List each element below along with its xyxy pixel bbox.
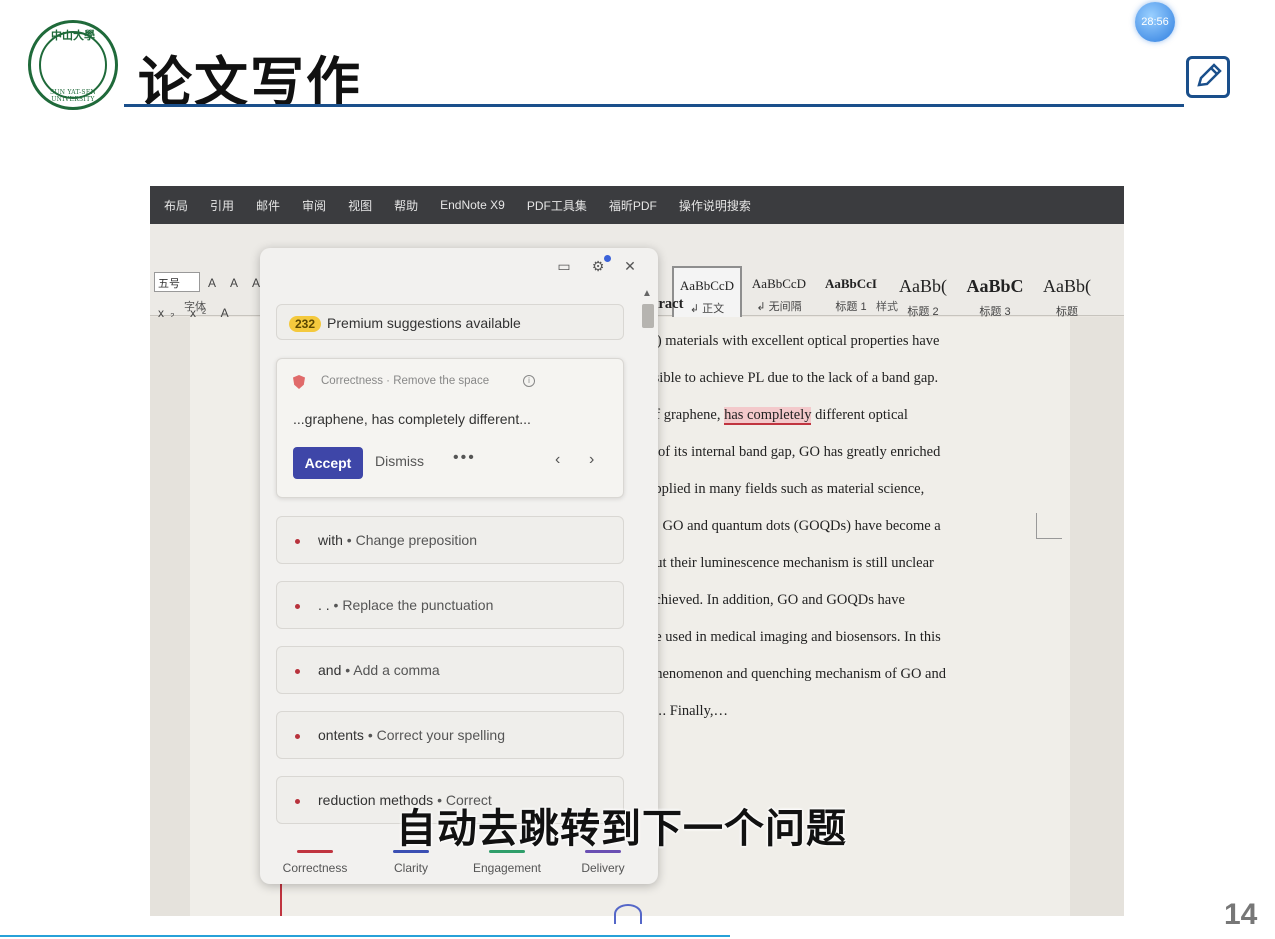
suggestion-word: . . bbox=[318, 597, 330, 613]
chat-bubble-icon[interactable] bbox=[614, 904, 642, 924]
margin-marker bbox=[1036, 513, 1062, 539]
suggestion-word: ontents bbox=[318, 727, 364, 743]
panel-scrollbar[interactable]: ▲ bbox=[640, 288, 654, 848]
video-caption: 自动去跳转到下一个问题 bbox=[396, 806, 847, 852]
document-line: out their luminescence mechanism is stil… bbox=[648, 555, 934, 571]
suggestion-item[interactable]: . . • Replace the punctuation bbox=[276, 581, 624, 629]
category-label: Correctness bbox=[282, 861, 348, 875]
ribbon-tab[interactable]: 审阅 bbox=[302, 197, 326, 214]
logo-text-bottom: SUN YAT-SEN UNIVERSITY bbox=[49, 89, 97, 103]
shield-icon bbox=[293, 375, 305, 389]
style-sample: AaBb( bbox=[1043, 276, 1091, 296]
ribbon-tab[interactable]: 操作说明搜索 bbox=[679, 197, 751, 214]
notification-dot bbox=[604, 255, 611, 262]
suggestion-snippet: ...graphene, has completely different... bbox=[293, 411, 531, 427]
panel-header: ▭ ⚙ ✕ bbox=[260, 248, 658, 288]
accept-button[interactable]: Accept bbox=[293, 447, 363, 479]
word-ribbon-tabs: 布局 引用 邮件 审阅 视图 帮助 EndNote X9 PDF工具集 福昕PDF 操作说明搜索 bbox=[150, 186, 1124, 224]
ribbon-tab[interactable]: EndNote X9 bbox=[440, 198, 505, 212]
ribbon-tab[interactable]: 帮助 bbox=[394, 197, 418, 214]
active-suggestion-card: Correctness · Remove the space i ...grap… bbox=[276, 358, 624, 498]
document-line: achieved. In addition, GO and GOQDs have bbox=[648, 592, 905, 608]
document-line: be used in medical imaging and biosensor… bbox=[648, 629, 941, 645]
error-dot-icon bbox=[295, 603, 300, 609]
line-segment: of graphene, bbox=[648, 407, 725, 423]
comment-icon[interactable]: ▭ bbox=[556, 258, 572, 274]
logo-text-top: 中山大學 bbox=[51, 29, 95, 42]
grammarly-panel: ▭ ⚙ ✕ ▲ 232 Premium suggestions available… bbox=[260, 248, 658, 884]
suggestion-hint: • Add a comma bbox=[341, 662, 440, 678]
error-dot-icon bbox=[295, 538, 300, 544]
close-icon[interactable]: ✕ bbox=[622, 258, 638, 274]
more-options-button[interactable]: ••• bbox=[453, 449, 476, 467]
group-label-font: 字体 bbox=[184, 301, 206, 313]
title-divider bbox=[124, 104, 1184, 107]
premium-text: Premium suggestions available bbox=[327, 315, 521, 331]
document-line: applied in many fields such as material … bbox=[648, 481, 925, 497]
scroll-up-icon[interactable]: ▲ bbox=[642, 288, 652, 299]
ribbon-tab[interactable]: 引用 bbox=[210, 197, 234, 214]
university-logo: 中山大學 SUN YAT-SEN UNIVERSITY bbox=[28, 20, 118, 110]
category-label: Delivery bbox=[581, 861, 625, 875]
suggestion-hint: • Correct your spelling bbox=[363, 727, 506, 743]
page-number: 14 bbox=[1224, 898, 1258, 931]
document-line: stract bbox=[648, 296, 684, 312]
suggestion-hint: • Replace the punctuation bbox=[329, 597, 494, 613]
line-segment: different optical bbox=[811, 407, 908, 423]
suggestion-item[interactable]: ontents • Correct your spelling bbox=[276, 711, 624, 759]
ribbon-tab[interactable]: 布局 bbox=[164, 197, 188, 214]
ribbon-tab[interactable]: 邮件 bbox=[256, 197, 280, 214]
category-label: Engagement bbox=[472, 861, 542, 875]
suggestion-word: and bbox=[318, 662, 342, 678]
document-line: 3, GO and quantum dots (GOQDs) have beco… bbox=[648, 518, 941, 534]
ribbon-tab[interactable]: 视图 bbox=[348, 197, 372, 214]
info-icon[interactable]: i bbox=[523, 375, 535, 387]
previous-suggestion-button[interactable]: ‹ bbox=[555, 451, 560, 469]
dismiss-button[interactable]: Dismiss bbox=[375, 453, 424, 469]
suggestion-item[interactable]: and • Add a comma bbox=[276, 646, 624, 694]
suggestion-item[interactable]: with • Change preposition bbox=[276, 516, 624, 564]
ribbon-tab[interactable]: 福昕PDF bbox=[609, 197, 657, 214]
edit-icon[interactable] bbox=[1186, 56, 1230, 98]
document-line: …. Finally,… bbox=[648, 703, 729, 719]
document-line: ssible to achieve PL due to the lack of … bbox=[648, 370, 939, 386]
document-text[interactable]: stract L) materials with excellent optica… bbox=[648, 286, 996, 730]
error-dot-icon bbox=[295, 733, 300, 739]
scroll-thumb[interactable] bbox=[642, 304, 654, 328]
document-line: L) materials with excellent optical prop… bbox=[648, 333, 940, 349]
highlighted-error[interactable]: has completely bbox=[724, 407, 812, 425]
timer-badge[interactable]: 28:56 bbox=[1135, 2, 1175, 42]
document-line: phenomenon and quenching mechanism of GO… bbox=[648, 666, 946, 682]
suggestion-hint: • Change preposition bbox=[342, 532, 478, 548]
category-label: Clarity bbox=[393, 861, 428, 875]
category-color-bar bbox=[297, 850, 333, 853]
document-line: of graphene, has completely different op… bbox=[648, 397, 996, 434]
font-size-select[interactable]: 五号 bbox=[154, 272, 200, 292]
suggestion-category: Correctness · Remove the space bbox=[321, 375, 490, 387]
error-dot-icon bbox=[295, 668, 300, 674]
ribbon-tab[interactable]: PDF工具集 bbox=[527, 197, 587, 214]
suggestion-word: with bbox=[318, 532, 343, 548]
next-suggestion-button[interactable]: › bbox=[589, 451, 594, 469]
premium-banner[interactable]: 232 Premium suggestions available bbox=[276, 304, 624, 340]
premium-count-badge: 232 bbox=[289, 316, 322, 332]
category-tab[interactable]: Correctness bbox=[270, 844, 360, 875]
error-dot-icon bbox=[295, 798, 300, 804]
document-line: e of its internal band gap, GO has great… bbox=[648, 444, 941, 460]
style-item[interactable]: AaBb(标题 bbox=[1032, 266, 1102, 322]
footer-rule bbox=[0, 935, 730, 937]
